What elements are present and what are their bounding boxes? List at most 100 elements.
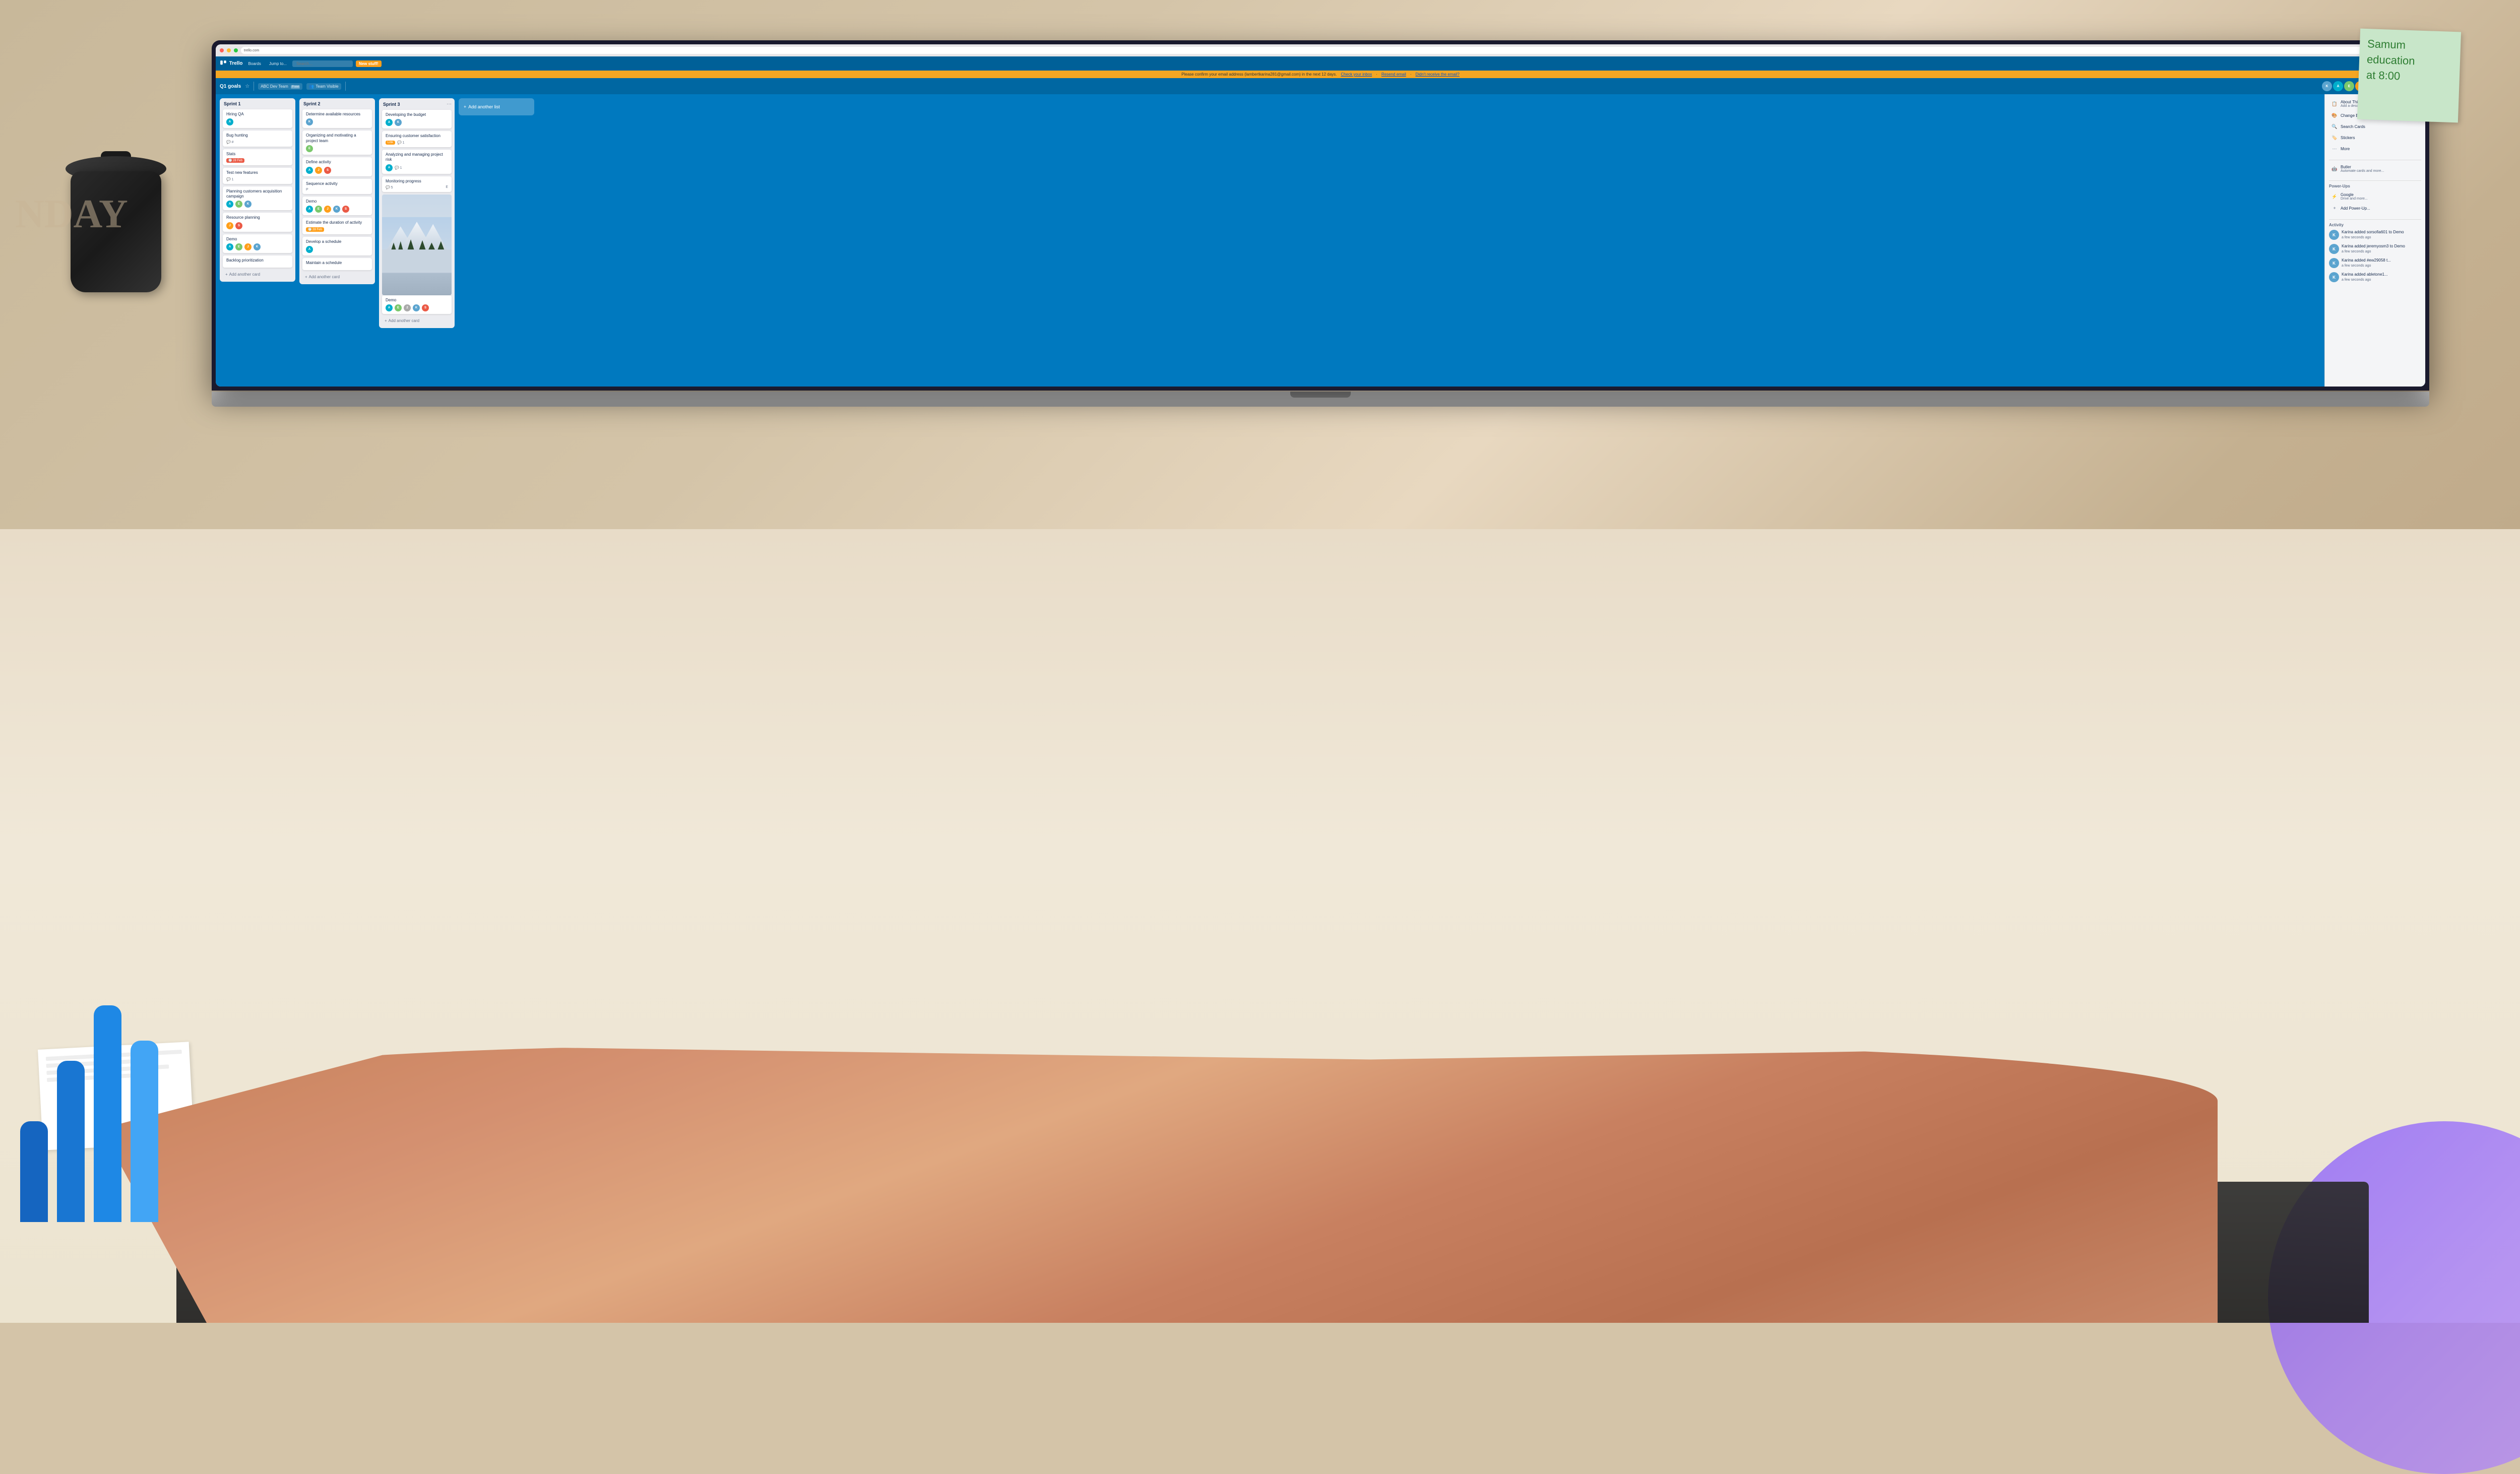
right-panel: 📋 About This Add a descr... 🎨 Change Ba.… <box>2324 94 2425 387</box>
minimize-dot[interactable] <box>227 48 231 52</box>
list-menu-icon[interactable]: ··· <box>447 101 452 107</box>
laptop: trello.com ⬅ ➡ ↻ Trello <box>212 40 2429 407</box>
panel-google-drive[interactable]: ⚡ Google Drive and more... <box>2329 191 2421 202</box>
board-lists-area: Sprint 1 Hiring QA A Bug hunting � <box>216 94 2324 387</box>
palette-icon: 🎨 <box>2331 112 2338 119</box>
card-define-activity[interactable]: Define activity A J S <box>302 157 372 176</box>
activity-avatar-3: K <box>2329 258 2339 268</box>
team-name[interactable]: ABC Dev Team Free <box>258 83 302 90</box>
new-stuff-button[interactable]: New stuff! <box>356 60 382 67</box>
list-sprint2: Sprint 2 Determine available resources K… <box>299 98 375 284</box>
list-sprint1: Sprint 1 Hiring QA A Bug hunting � <box>220 98 295 282</box>
card-determine-resources[interactable]: Determine available resources K <box>302 109 372 128</box>
member-avatar-E[interactable]: E <box>2344 81 2354 91</box>
label-badge: Link <box>386 141 395 145</box>
team-visibility[interactable]: 👥 Team Visible <box>306 83 341 90</box>
card-hiring-qa[interactable]: Hiring QA A <box>223 109 292 128</box>
sticky-note-text: Samumeducationat 8:00 <box>2366 36 2453 86</box>
activity-time-2: a few seconds ago <box>2342 250 2405 253</box>
sticker-icon: 🏷️ <box>2331 134 2338 141</box>
card-avatar-E: E <box>235 201 242 208</box>
close-dot[interactable] <box>220 48 224 52</box>
card-demo-s3[interactable]: Demo A E 2 K S <box>382 295 452 314</box>
not-received-link[interactable]: Didn't receive the email? <box>1415 72 1459 77</box>
maximize-dot[interactable] <box>234 48 238 52</box>
boards-nav[interactable]: Boards <box>245 60 263 67</box>
member-avatar-A[interactable]: A <box>2333 81 2343 91</box>
card-monitoring-progress[interactable]: Monitoring progress 💬 5 E <box>382 176 452 192</box>
laptop-screen: trello.com ⬅ ➡ ↻ Trello <box>212 40 2429 391</box>
activity-avatar-2: K <box>2329 244 2339 254</box>
comment-count-3: 💬 1 <box>395 166 402 170</box>
trello-app: Trello Boards Jump to... New stuff! 🔔 ⚙️… <box>216 56 2425 387</box>
panel-stickers[interactable]: 🏷️ Stickers <box>2329 133 2421 143</box>
card-demo-s1[interactable]: Demo A E J K <box>223 234 292 253</box>
card-demo-s2[interactable]: Demo A E J K S <box>302 197 372 215</box>
activity-item-2: K Karina added jeremyosm3 to Demo a few … <box>2329 244 2421 254</box>
card-develop-schedule[interactable]: Develop a schedule A <box>302 237 372 255</box>
sticky-note: Samumeducationat 8:00 <box>2357 29 2461 123</box>
search-input[interactable] <box>292 60 353 67</box>
activity-text-2: Karina added jeremyosm3 to Demo <box>2342 244 2405 249</box>
butler-icon: 🤖 <box>2331 165 2338 172</box>
add-list-button[interactable]: + Add another list <box>459 98 534 115</box>
add-icon: + <box>2331 205 2338 212</box>
activity-time-1: a few seconds ago <box>2342 236 2404 239</box>
jump-to-nav[interactable]: Jump to... <box>267 60 289 67</box>
comment-icon: 💬 # <box>226 140 234 144</box>
card-maintain-schedule[interactable]: Maintain a schedule <box>302 258 372 270</box>
activity-title: Activity <box>2329 223 2421 227</box>
list-sprint3-title: Sprint 3 <box>382 102 401 107</box>
day-text: NDAY <box>15 191 128 237</box>
star-icon[interactable]: ☆ <box>245 84 249 89</box>
resend-email-link[interactable]: Resend email <box>1381 72 1406 77</box>
laptop-notch <box>1290 392 1351 398</box>
snowy-mountain-image <box>382 195 452 295</box>
add-card-sprint2[interactable]: + Add another card <box>302 273 372 281</box>
date-badge-orange: 🕐 28 Feb <box>306 227 324 232</box>
laptop-base <box>212 392 2429 407</box>
card-avatar-A: A <box>226 118 233 125</box>
search-icon: 🔍 <box>2331 123 2338 130</box>
card-project-risk[interactable]: Analyzing and managing project risk A 💬 … <box>382 150 452 174</box>
member-avatar-K[interactable]: K <box>2322 81 2332 91</box>
panel-add-powerup[interactable]: + Add Power-Up... <box>2329 203 2421 213</box>
panel-section-butler: 🤖 Butler Automate cards and more... <box>2329 163 2421 174</box>
trello-logo: Trello <box>220 60 242 67</box>
comment-count-4: 💬 5 <box>386 185 393 189</box>
card-resource-planning[interactable]: Resource planning J S <box>223 213 292 231</box>
add-card-sprint1[interactable]: + Add another card <box>223 270 292 279</box>
card-developing-budget[interactable]: Developing the budget A K <box>382 110 452 129</box>
browser-chrome: trello.com ⬅ ➡ ↻ <box>216 44 2425 56</box>
board-title[interactable]: Q1 goals <box>220 84 241 89</box>
card-customer-satisfaction[interactable]: Ensuring customer satisfaction Link 💬 1 <box>382 131 452 147</box>
activity-time-4: a few seconds ago <box>2342 278 2388 282</box>
panel-search-cards[interactable]: 🔍 Search Cards <box>2329 121 2421 132</box>
card-bug-hunting[interactable]: Bug hunting 💬 # <box>223 131 292 146</box>
panel-more[interactable]: ⋯ More <box>2329 144 2421 154</box>
card-stats[interactable]: Stats 🕐 28 Feb <box>223 149 292 165</box>
card-backlog[interactable]: Backlog prioritization <box>223 255 292 267</box>
card-estimate-duration[interactable]: Estimate the duration of activity 🕐 28 F… <box>302 218 372 234</box>
board-header: Q1 goals ☆ ABC Dev Team Free 👥 Team Visi… <box>216 78 2425 94</box>
card-avatar-J: J <box>226 222 233 229</box>
add-card-sprint3[interactable]: + Add another card <box>382 316 452 325</box>
activity-avatar-1: K <box>2329 230 2339 240</box>
activity-avatar-4: K <box>2329 272 2339 282</box>
activity-item-1: K Karina added sorsofia601 to Demo a few… <box>2329 230 2421 240</box>
info-icon: 📋 <box>2331 100 2338 107</box>
card-test-features[interactable]: Test new features 💬 1 <box>223 168 292 183</box>
panel-butler[interactable]: 🤖 Butler Automate cards and more... <box>2329 163 2421 174</box>
panel-section-powerups: Power-Ups ⚡ Google Drive and more... + <box>2329 184 2421 213</box>
browser-url-bar[interactable]: trello.com <box>241 47 2403 54</box>
card-organizing-team[interactable]: Organizing and motivating a project team… <box>302 131 372 155</box>
card-planning-campaign[interactable]: Planning customers acquisition campaign … <box>223 186 292 211</box>
google-icon: ⚡ <box>2331 193 2338 200</box>
card-sequence-activity[interactable]: Sequence activity P <box>302 179 372 194</box>
card-avatar-K: K <box>244 201 251 208</box>
header-divider-2 <box>345 82 346 91</box>
card-avatar-S: S <box>235 222 242 229</box>
check-inbox-link[interactable]: Check your inbox <box>1341 72 1372 77</box>
blue-bars-decoration <box>0 1005 178 1222</box>
visibility-icon: 👥 <box>309 84 314 89</box>
